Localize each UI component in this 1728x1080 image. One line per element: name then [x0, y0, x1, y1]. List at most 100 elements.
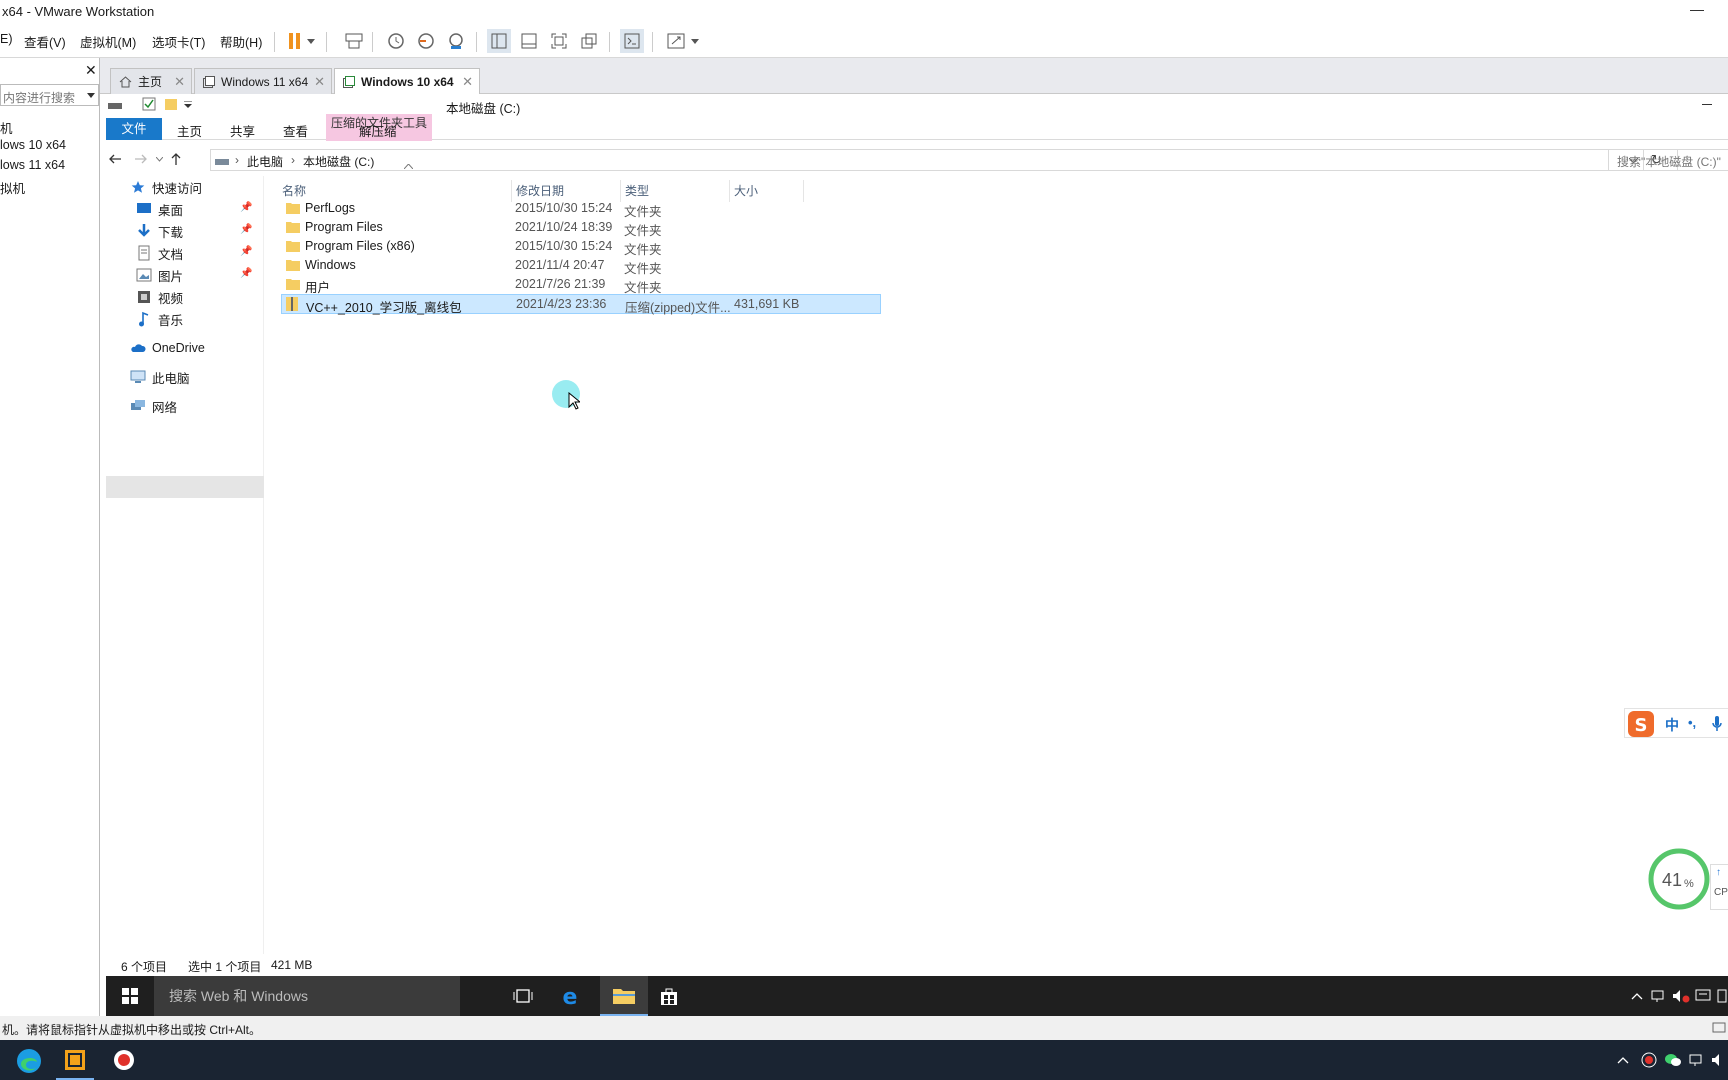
tab-share[interactable]: 共享: [230, 121, 255, 140]
up-arrow-icon[interactable]: [170, 152, 182, 166]
store-icon[interactable]: [657, 984, 681, 1008]
nav-downloads[interactable]: 下载 📌: [136, 220, 252, 242]
menu-view[interactable]: 查看(V): [24, 32, 66, 51]
library-toggle-icon[interactable]: [487, 29, 511, 53]
nav-onedrive[interactable]: OneDrive: [130, 337, 205, 359]
library-item-vms[interactable]: 机: [0, 118, 13, 137]
tab-windows-11[interactable]: Windows 11 x64 ✕: [194, 68, 332, 94]
library-search-input[interactable]: 内容进行搜索: [0, 84, 99, 106]
pin-icon[interactable]: 📌: [240, 268, 252, 279]
taskbar-search-input[interactable]: 搜索 Web 和 Windows: [154, 976, 460, 1016]
file-row[interactable]: 用户 2021/7/26 21:39 文件夹: [281, 275, 881, 295]
library-item-win11[interactable]: lows 11 x64: [0, 158, 65, 172]
task-view-icon[interactable]: [511, 984, 535, 1008]
nav-network[interactable]: 网络: [130, 395, 177, 417]
tray-expand-icon[interactable]: [1616, 1048, 1630, 1072]
tab-windows-10[interactable]: Windows 10 x64 ✕: [334, 68, 480, 95]
chevron-down-icon[interactable]: [87, 93, 95, 98]
edge-browser-icon[interactable]: e: [558, 984, 582, 1008]
chevron-down-icon[interactable]: [304, 29, 318, 53]
properties-icon[interactable]: [142, 97, 156, 111]
tray-expand-icon[interactable]: [1630, 984, 1644, 1008]
send-keys-icon[interactable]: [342, 29, 366, 53]
wechat-icon[interactable]: [1664, 1048, 1682, 1072]
snapshot-manager-icon[interactable]: [444, 29, 468, 53]
network-tray-icon[interactable]: [1688, 1048, 1706, 1072]
unity-icon[interactable]: [577, 29, 601, 53]
menu-tabs[interactable]: 选项卡(T): [152, 32, 205, 51]
nav-desktop[interactable]: 桌面 📌: [136, 198, 252, 220]
pin-icon[interactable]: 📌: [240, 224, 252, 235]
customize-toolbar-icon[interactable]: [184, 101, 192, 108]
file-explorer-taskbar-button[interactable]: [600, 976, 648, 1016]
ime-mode-indicator[interactable]: 中: [1665, 715, 1679, 735]
close-icon[interactable]: ✕: [85, 62, 97, 79]
screen-recorder-icon[interactable]: [112, 1048, 136, 1072]
revert-snapshot-icon[interactable]: [414, 29, 438, 53]
file-row-selected[interactable]: VC++_2010_学习版_离线包 2021/4/23 23:36 压缩(zip…: [281, 294, 881, 315]
file-row[interactable]: PerfLogs 2015/10/30 15:24 文件夹: [281, 199, 881, 219]
vmware-menu-bar: E) 查看(V) 虚拟机(M) 选项卡(T) 帮助(H): [0, 24, 1728, 58]
tab-home[interactable]: 主页 ✕: [110, 68, 192, 94]
microphone-icon[interactable]: [1712, 716, 1722, 732]
nav-documents[interactable]: 文档 📌: [136, 242, 252, 264]
edge-browser-icon[interactable]: [15, 1047, 43, 1075]
desktop-icon: [136, 201, 152, 217]
video-icon: [136, 289, 152, 305]
library-item-shared[interactable]: 拟机: [0, 178, 25, 197]
close-icon[interactable]: ✕: [314, 74, 325, 90]
close-icon[interactable]: ✕: [462, 74, 473, 90]
file-row[interactable]: Program Files (x86) 2015/10/30 15:24 文件夹: [281, 237, 881, 257]
performance-widget[interactable]: 41 %: [1648, 848, 1710, 910]
file-row[interactable]: Windows 2021/11/4 20:47 文件夹: [281, 256, 881, 276]
library-item-win10[interactable]: lows 10 x64: [0, 138, 66, 152]
tab-extract[interactable]: 解压缩: [359, 121, 397, 140]
menu-help[interactable]: 帮助(H): [220, 32, 262, 51]
pin-icon[interactable]: 📌: [240, 202, 252, 213]
console-view-icon[interactable]: [620, 29, 644, 53]
nav-videos[interactable]: 视频: [136, 286, 183, 308]
tab-home[interactable]: 主页: [177, 121, 202, 140]
perf-side-tab[interactable]: ↑ CP: [1710, 864, 1728, 910]
notification-icon[interactable]: [1694, 984, 1712, 1008]
nav-this-pc[interactable]: 此电脑: [130, 366, 190, 388]
volume-muted-icon[interactable]: [1672, 984, 1690, 1008]
device-icon[interactable]: [1712, 1020, 1726, 1034]
windows-start-icon[interactable]: [118, 984, 142, 1008]
breadcrumb-this-pc[interactable]: 此电脑: [247, 153, 283, 170]
nav-pictures[interactable]: 图片 📌: [136, 264, 252, 286]
network-tray-icon[interactable]: [1650, 984, 1668, 1008]
search-input[interactable]: 搜索"本地磁盘 (C:)": [1608, 149, 1728, 171]
tab-file[interactable]: 文件: [106, 118, 162, 140]
nav-quick-access[interactable]: 快速访问: [130, 176, 202, 198]
pin-icon[interactable]: 📌: [240, 246, 252, 257]
nav-music[interactable]: 音乐: [136, 308, 183, 330]
breadcrumb-local-disk[interactable]: 本地磁盘 (C:): [303, 153, 374, 170]
chevron-down-icon[interactable]: [156, 157, 163, 162]
separator: [609, 32, 610, 52]
thumbnail-bar-icon[interactable]: [517, 29, 541, 53]
ime-toolbar[interactable]: S 中 •,: [1624, 708, 1728, 738]
record-tray-icon[interactable]: [1640, 1048, 1658, 1072]
new-folder-icon[interactable]: [164, 97, 178, 111]
snapshot-icon[interactable]: [384, 29, 408, 53]
full-screen-icon[interactable]: [547, 29, 571, 53]
tray-overflow-icon[interactable]: [1716, 984, 1728, 1008]
breadcrumb[interactable]: › 此电脑 › 本地磁盘 (C:) ↻: [210, 149, 1678, 171]
menu-edit[interactable]: E): [0, 32, 13, 46]
separator: [372, 32, 373, 52]
menu-vm[interactable]: 虚拟机(M): [80, 32, 136, 51]
ime-punctuation-indicator[interactable]: •,: [1688, 715, 1696, 730]
download-icon: [136, 223, 152, 239]
volume-icon[interactable]: [1710, 1048, 1726, 1072]
forward-arrow-icon[interactable]: [134, 153, 148, 165]
back-arrow-icon[interactable]: [108, 153, 122, 165]
vmware-taskbar-button[interactable]: [56, 1040, 94, 1080]
tab-view[interactable]: 查看: [283, 121, 308, 140]
file-row[interactable]: Program Files 2021/10/24 18:39 文件夹: [281, 218, 881, 238]
chevron-down-icon[interactable]: [688, 29, 702, 53]
minimize-button[interactable]: [1702, 104, 1712, 105]
close-icon[interactable]: ✕: [174, 74, 185, 90]
stretch-icon[interactable]: [664, 29, 688, 53]
minimize-button[interactable]: [1690, 10, 1704, 11]
